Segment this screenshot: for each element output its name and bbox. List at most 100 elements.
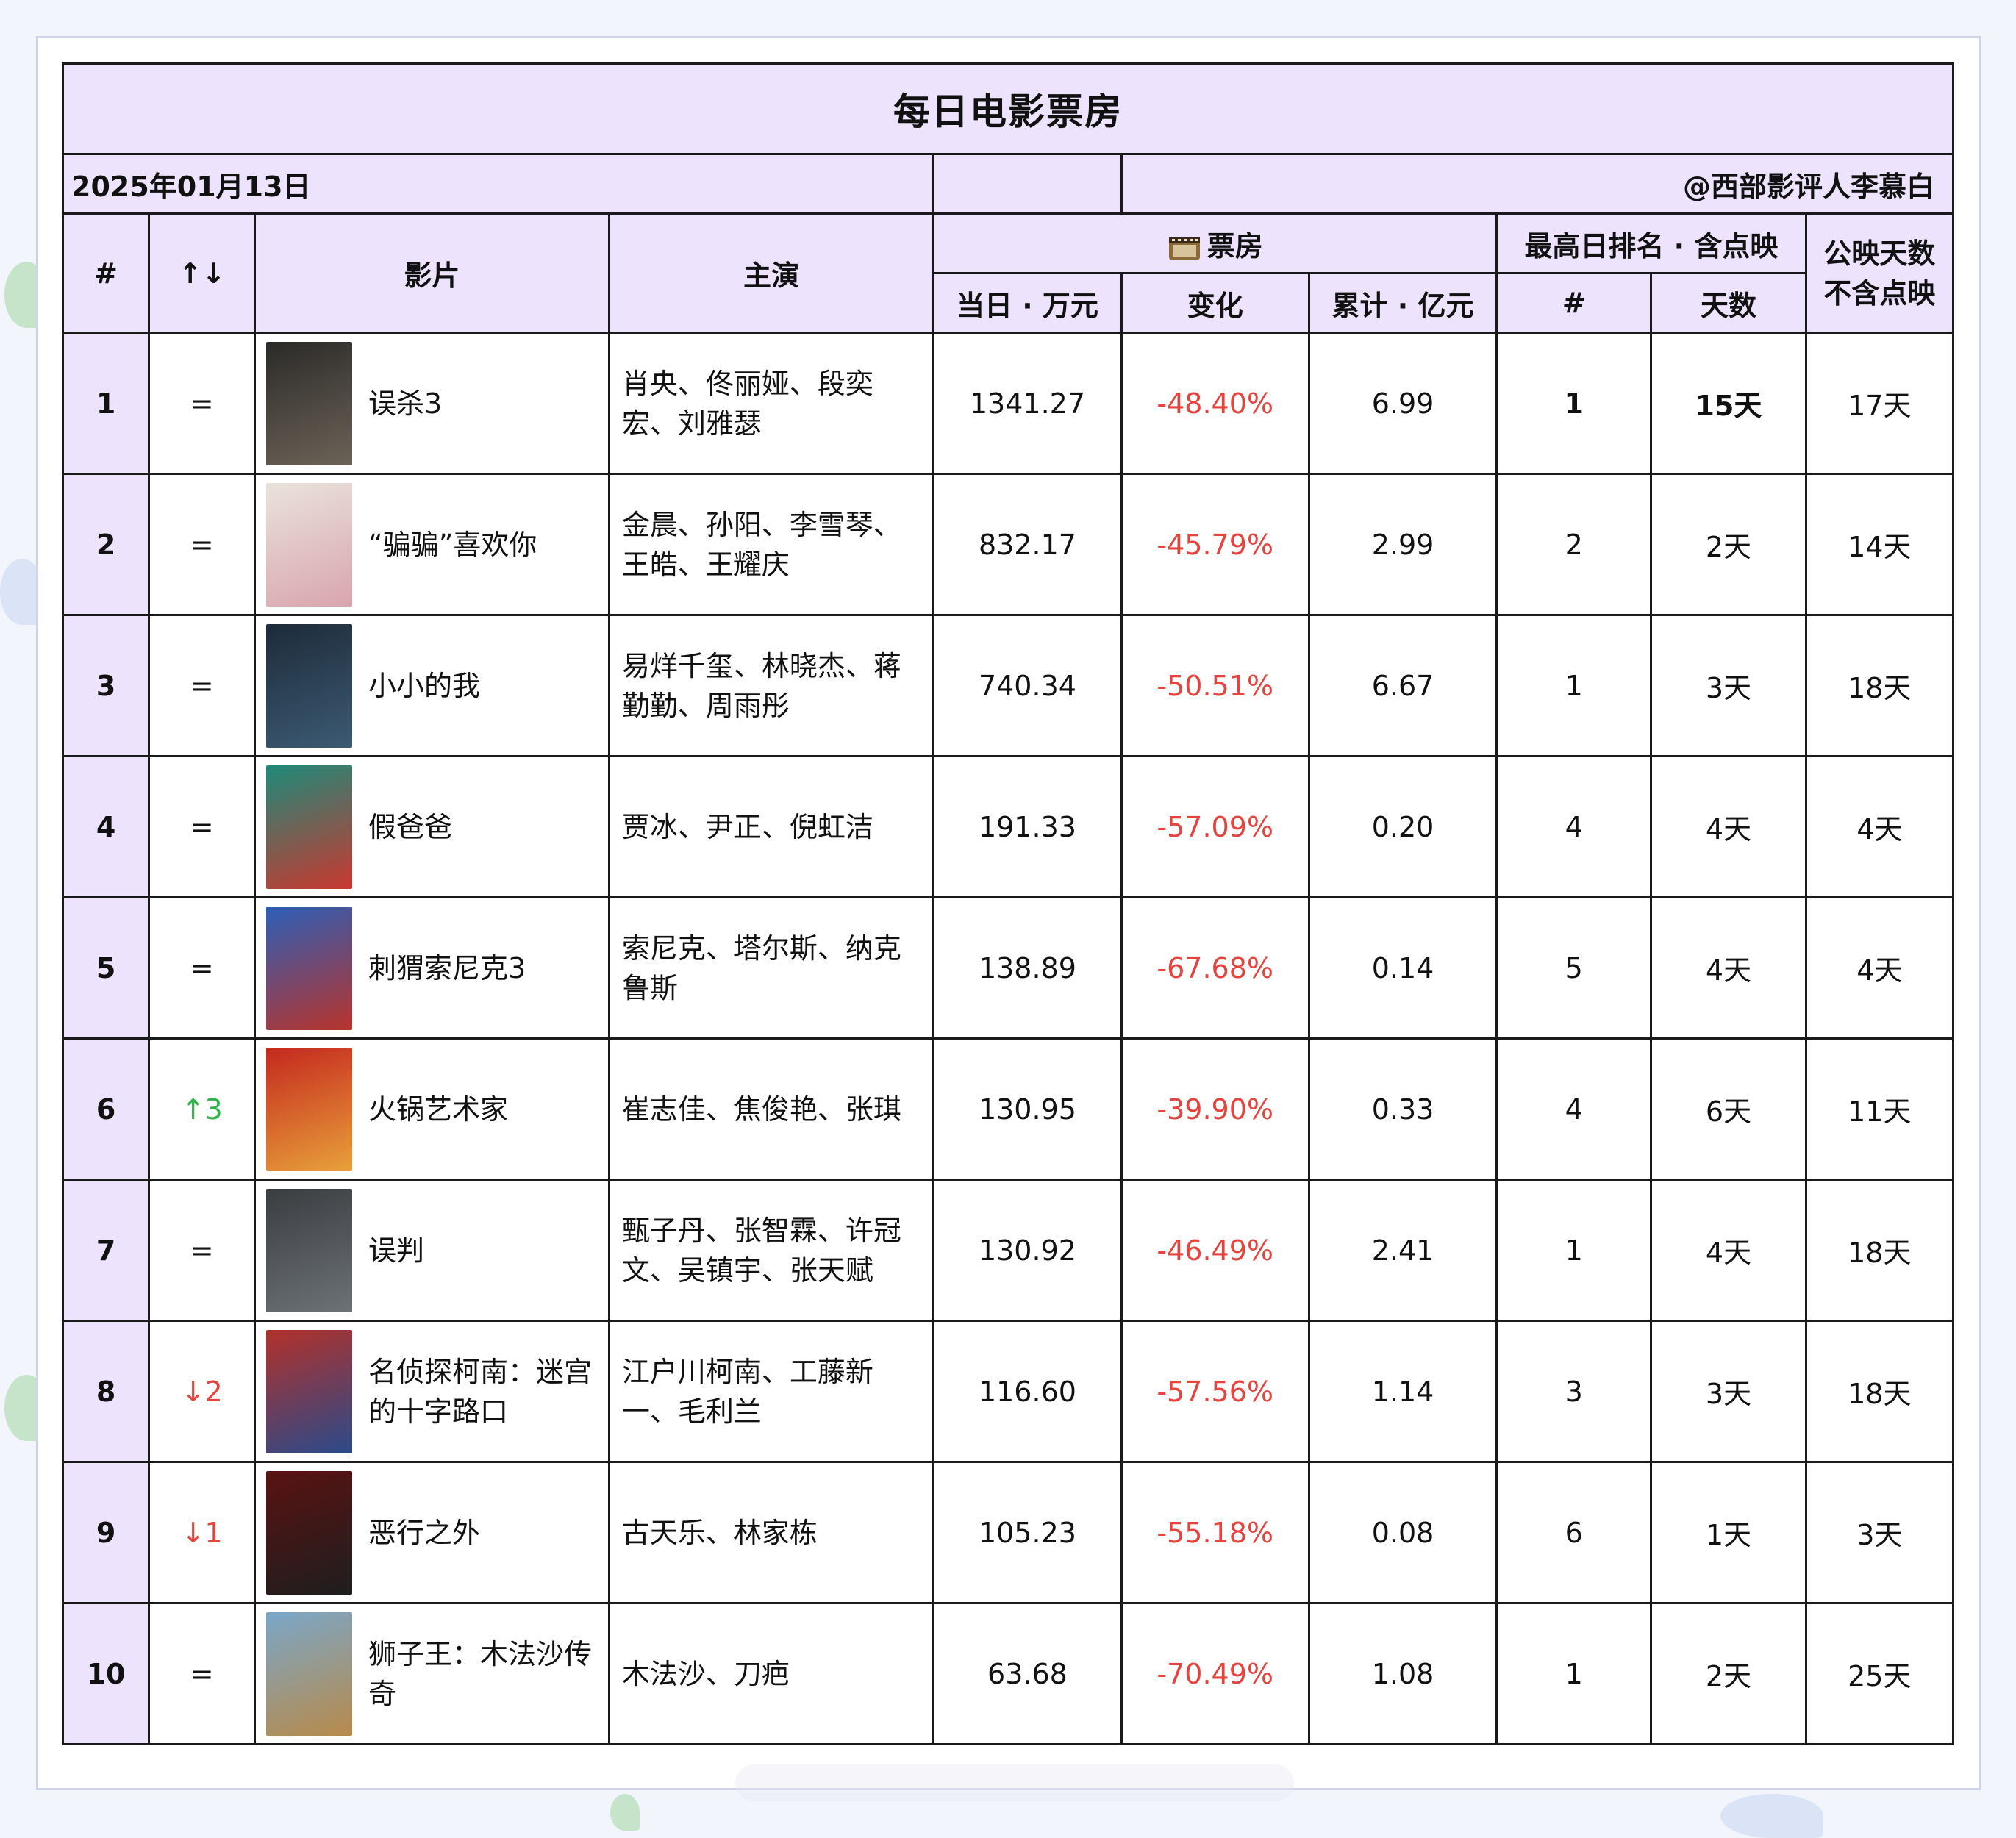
delta-cell: -67.68% bbox=[1120, 896, 1310, 1040]
film-reel-icon bbox=[1168, 237, 1200, 260]
film-title: 刺猬索尼克3 bbox=[368, 896, 610, 1040]
total-boxoffice: 0.08 bbox=[1307, 1461, 1498, 1604]
rank-cell: 1 bbox=[61, 332, 151, 475]
header-best-rank: # bbox=[1495, 272, 1653, 334]
delta-cell: -55.18% bbox=[1120, 1461, 1310, 1604]
film-title: 火锅艺术家 bbox=[368, 1037, 610, 1181]
best-days-cell: 1天 bbox=[1650, 1461, 1807, 1604]
background-decoration bbox=[1720, 1794, 1823, 1838]
table-row: 1 = 误杀3 肖央、佟丽娅、段奕宏、刘雅瑟 1341.27 -48.40% 6.99 1 15… bbox=[61, 332, 1955, 475]
header-best-days: 天数 bbox=[1650, 272, 1807, 334]
release-days-cell: 18天 bbox=[1804, 1179, 1955, 1322]
header-film: 影片 bbox=[254, 212, 610, 334]
poster-cell bbox=[254, 896, 368, 1040]
film-title: 假爸爸 bbox=[368, 755, 610, 898]
page-title: 每日电影票房 bbox=[62, 62, 1954, 155]
table-row: 7 = 误判 甄子丹、张智霖、许冠文、吴镇宇、张天赋 130.92 -46.49% 2.41… bbox=[61, 1179, 1955, 1322]
total-boxoffice: 0.14 bbox=[1307, 896, 1498, 1040]
poster-cell bbox=[254, 1179, 368, 1322]
change-cell: ↓1 bbox=[148, 1461, 257, 1604]
today-boxoffice: 130.95 bbox=[932, 1037, 1123, 1181]
total-boxoffice: 6.99 bbox=[1307, 332, 1498, 475]
header-total: 累计 · 亿元 bbox=[1307, 272, 1498, 334]
table-row: 10 = 狮子王：木法沙传奇 木法沙、刀疤 63.68 -70.49% 1.08 1 2天 25天 bbox=[61, 1602, 1955, 1745]
cast-cell: 索尼克、塔尔斯、纳克鲁斯 bbox=[607, 896, 935, 1040]
info-spacer bbox=[932, 153, 1123, 215]
change-cell: = bbox=[148, 1179, 257, 1322]
author-handle: @西部影评人李慕白 bbox=[1120, 153, 1955, 215]
today-boxoffice: 105.23 bbox=[932, 1461, 1123, 1604]
release-days-cell: 17天 bbox=[1804, 332, 1955, 475]
release-days-cell: 25天 bbox=[1804, 1602, 1955, 1745]
cast-cell: 贾冰、尹正、倪虹洁 bbox=[607, 755, 935, 898]
background-decoration bbox=[610, 1794, 640, 1831]
release-days-cell: 14天 bbox=[1804, 473, 1955, 616]
best-days-cell: 4天 bbox=[1650, 755, 1807, 898]
rank-cell: 7 bbox=[61, 1179, 151, 1322]
best-days-cell: 2天 bbox=[1650, 1602, 1807, 1745]
total-boxoffice: 2.41 bbox=[1307, 1179, 1498, 1322]
today-boxoffice: 63.68 bbox=[932, 1602, 1123, 1745]
cast-cell: 古天乐、林家栋 bbox=[607, 1461, 935, 1604]
movie-poster bbox=[266, 1612, 352, 1736]
header-release-days: 公映天数 不含点映 bbox=[1804, 212, 1955, 334]
best-days-cell: 6天 bbox=[1650, 1037, 1807, 1181]
rank-cell: 8 bbox=[61, 1320, 151, 1463]
best-rank-cell: 6 bbox=[1495, 1461, 1653, 1604]
poster-cell bbox=[254, 332, 368, 475]
best-rank-cell: 5 bbox=[1495, 896, 1653, 1040]
table-row: 2 = “骗骗”喜欢你 金晨、孙阳、李雪琴、王皓、王耀庆 832.17 -45.79% 2.… bbox=[61, 473, 1955, 616]
best-days-cell: 3天 bbox=[1650, 614, 1807, 757]
table-row: 8 ↓2 名侦探柯南：迷宫的十字路口 江户川柯南、工藤新一、毛利兰 116.60 -57.… bbox=[61, 1320, 1955, 1463]
header-boxoffice-label: 票房 bbox=[1207, 229, 1263, 262]
poster-cell bbox=[254, 755, 368, 898]
release-days-cell: 4天 bbox=[1804, 896, 1955, 1040]
best-days-cell: 15天 bbox=[1650, 332, 1807, 475]
best-rank-cell: 1 bbox=[1495, 332, 1653, 475]
best-days-cell: 3天 bbox=[1650, 1320, 1807, 1463]
best-rank-cell: 1 bbox=[1495, 614, 1653, 757]
change-cell: = bbox=[148, 755, 257, 898]
today-boxoffice: 116.60 bbox=[932, 1320, 1123, 1463]
cast-cell: 崔志佳、焦俊艳、张琪 bbox=[607, 1037, 935, 1181]
table-row: 4 = 假爸爸 贾冰、尹正、倪虹洁 191.33 -57.09% 0.20 4 4天 4天 bbox=[61, 755, 1955, 898]
rank-cell: 10 bbox=[61, 1602, 151, 1745]
watermark-decoration bbox=[735, 1764, 1294, 1801]
header-delta: 变化 bbox=[1120, 272, 1310, 334]
today-boxoffice: 191.33 bbox=[932, 755, 1123, 898]
best-rank-cell: 1 bbox=[1495, 1179, 1653, 1322]
best-rank-cell: 3 bbox=[1495, 1320, 1653, 1463]
movie-poster bbox=[266, 1188, 352, 1312]
today-boxoffice: 832.17 bbox=[932, 473, 1123, 616]
delta-cell: -46.49% bbox=[1120, 1179, 1310, 1322]
movie-poster bbox=[266, 341, 352, 465]
total-boxoffice: 0.20 bbox=[1307, 755, 1498, 898]
rank-cell: 9 bbox=[61, 1461, 151, 1604]
best-rank-cell: 1 bbox=[1495, 1602, 1653, 1745]
table-row: 3 = 小小的我 易烊千玺、林晓杰、蒋勤勤、周雨彤 740.34 -50.51% 6.67 1… bbox=[61, 614, 1955, 757]
movie-poster bbox=[266, 482, 352, 607]
change-cell: = bbox=[148, 1602, 257, 1745]
release-days-cell: 3天 bbox=[1804, 1461, 1955, 1604]
cast-cell: 江户川柯南、工藤新一、毛利兰 bbox=[607, 1320, 935, 1463]
table-row: 9 ↓1 恶行之外 古天乐、林家栋 105.23 -55.18% 0.08 6 1天 3天 bbox=[61, 1461, 1955, 1604]
rank-cell: 5 bbox=[61, 896, 151, 1040]
today-boxoffice: 1341.27 bbox=[932, 332, 1123, 475]
release-days-cell: 4天 bbox=[1804, 755, 1955, 898]
delta-cell: -57.56% bbox=[1120, 1320, 1310, 1463]
best-rank-cell: 4 bbox=[1495, 1037, 1653, 1181]
cast-cell: 木法沙、刀疤 bbox=[607, 1602, 935, 1745]
header-rank: # bbox=[61, 212, 151, 334]
change-cell: = bbox=[148, 473, 257, 616]
film-title: 狮子王：木法沙传奇 bbox=[368, 1602, 610, 1745]
rank-cell: 4 bbox=[61, 755, 151, 898]
change-cell: = bbox=[148, 332, 257, 475]
delta-cell: -57.09% bbox=[1120, 755, 1310, 898]
rank-cell: 2 bbox=[61, 473, 151, 616]
best-rank-cell: 2 bbox=[1495, 473, 1653, 616]
change-cell: ↓2 bbox=[148, 1320, 257, 1463]
box-office-card: 每日电影票房 2025年01月13日 @西部影评人李慕白 # ↑↓ 影片 主演 bbox=[36, 36, 1981, 1790]
delta-cell: -70.49% bbox=[1120, 1602, 1310, 1745]
movie-poster bbox=[266, 906, 352, 1030]
poster-cell bbox=[254, 1461, 368, 1604]
